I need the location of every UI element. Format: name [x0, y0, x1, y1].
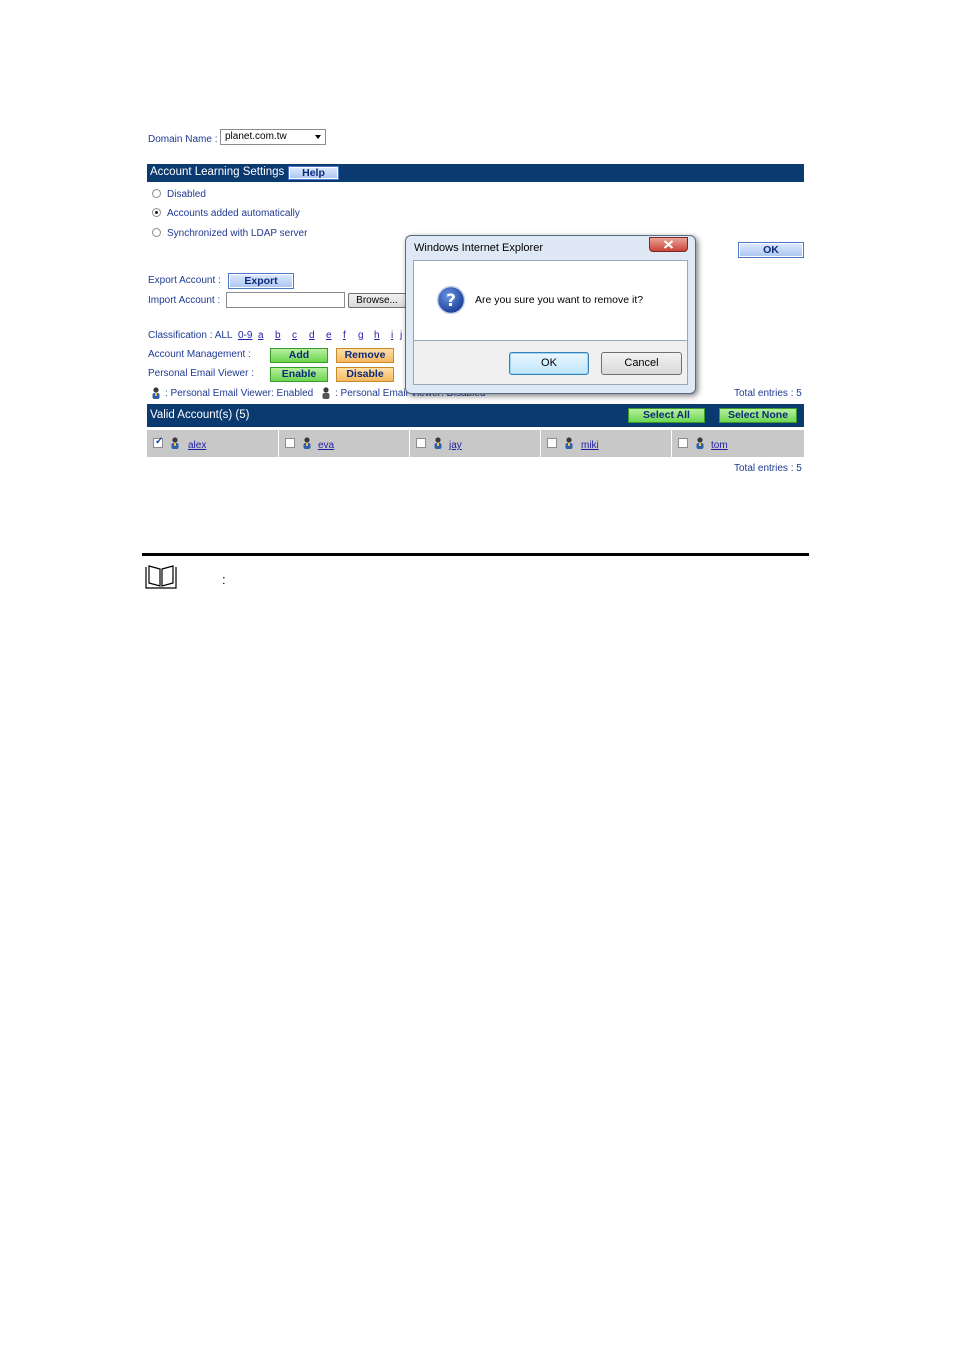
select-all-button[interactable]: Select All — [628, 408, 705, 423]
user-icon — [565, 437, 573, 449]
book-icon — [145, 565, 177, 589]
filter-f[interactable]: f — [343, 330, 346, 341]
filter-c[interactable]: c — [292, 330, 297, 341]
domain-label: Domain Name : — [148, 134, 218, 145]
add-button[interactable]: Add — [270, 348, 328, 363]
import-label: Import Account : — [148, 295, 221, 306]
dialog-cancel-button[interactable]: Cancel — [601, 352, 682, 375]
classification-all: ALL — [214, 330, 233, 341]
user-icon — [171, 437, 179, 449]
check-icon: ✓ — [155, 436, 164, 447]
radio-ldap-label: Synchronized with LDAP server — [167, 228, 308, 239]
filter-d[interactable]: d — [309, 330, 315, 341]
account-link[interactable]: miki — [581, 440, 599, 451]
account-cell-eva: eva — [279, 430, 410, 457]
user-icon — [696, 437, 704, 449]
valid-accounts-bar: Valid Account(s) (5) Select All Select N… — [147, 404, 804, 427]
dialog-close-button[interactable] — [649, 237, 688, 252]
browse-button[interactable]: Browse... — [348, 293, 406, 308]
domain-select[interactable]: planet.com.tw — [220, 129, 326, 145]
account-link[interactable]: alex — [188, 440, 206, 451]
filter-i[interactable]: i — [391, 330, 393, 341]
dialog-content: ? Are you sure you want to remove it? — [413, 260, 688, 341]
export-button[interactable]: Export — [228, 273, 294, 289]
filter-g[interactable]: g — [358, 330, 364, 341]
filter-a[interactable]: a — [258, 330, 264, 341]
domain-select-value: planet.com.tw — [225, 131, 287, 142]
import-file-input[interactable] — [226, 292, 345, 308]
remove-button[interactable]: Remove — [336, 348, 394, 363]
account-cell-miki: miki — [541, 430, 672, 457]
export-label: Export Account : — [148, 275, 221, 286]
radio-auto-label: Accounts added automatically — [167, 208, 300, 219]
accounts-row: ✓ alex eva jay miki tom — [147, 430, 804, 457]
filter-b[interactable]: b — [275, 330, 281, 341]
account-checkbox[interactable] — [416, 438, 426, 448]
radio-ldap[interactable] — [152, 228, 161, 237]
radio-disabled-label: Disabled — [167, 189, 206, 200]
account-checkbox[interactable] — [285, 438, 295, 448]
filter-j[interactable]: j — [400, 330, 402, 341]
personal-email-viewer-label: Personal Email Viewer : — [148, 368, 254, 379]
chevron-down-icon — [315, 135, 321, 139]
account-link[interactable]: tom — [711, 440, 728, 451]
disable-button[interactable]: Disable — [336, 367, 394, 382]
note-colon: : — [222, 572, 226, 587]
close-icon — [663, 240, 674, 249]
account-cell-jay: jay — [410, 430, 541, 457]
account-link[interactable]: jay — [449, 440, 462, 451]
account-cell-alex: ✓ alex — [147, 430, 279, 457]
account-checkbox[interactable]: ✓ — [153, 436, 164, 448]
dialog-footer: OK Cancel — [413, 341, 688, 385]
account-checkbox[interactable] — [547, 438, 557, 448]
select-none-button[interactable]: Select None — [719, 408, 797, 423]
help-button[interactable]: Help — [288, 166, 339, 180]
total-entries-bottom: Total entries : 5 — [734, 463, 802, 474]
account-learning-bar: Account Learning Settings Help — [147, 164, 804, 182]
enable-button[interactable]: Enable — [270, 367, 328, 382]
account-management-label: Account Management : — [148, 349, 251, 360]
account-link[interactable]: eva — [318, 440, 334, 451]
radio-disabled[interactable] — [152, 189, 161, 198]
classification-label: Classification : ALL — [148, 330, 233, 341]
user-icon — [303, 437, 311, 449]
confirm-dialog: Windows Internet Explorer ? Are you sure… — [405, 235, 696, 394]
filter-0-9[interactable]: 0-9 — [238, 330, 252, 341]
user-icon — [434, 437, 442, 449]
viewer-disabled-icon — [322, 387, 330, 399]
dialog-title: Windows Internet Explorer — [414, 242, 543, 254]
dialog-ok-button[interactable]: OK — [509, 352, 589, 375]
account-cell-tom: tom — [672, 430, 804, 457]
filter-h[interactable]: h — [374, 330, 380, 341]
question-icon: ? — [436, 285, 466, 315]
filter-e[interactable]: e — [326, 330, 332, 341]
viewer-enabled-icon — [152, 387, 160, 399]
dialog-message: Are you sure you want to remove it? — [475, 294, 644, 306]
valid-accounts-title: Valid Account(s) (5) — [150, 409, 250, 421]
learning-ok-button[interactable]: OK — [738, 242, 804, 258]
account-learning-title: Account Learning Settings — [150, 166, 285, 178]
account-checkbox[interactable] — [678, 438, 688, 448]
classification-title: Classification : — [148, 330, 213, 341]
note-divider — [142, 553, 809, 556]
legend-enabled-text: : Personal Email Viewer: Enabled — [165, 388, 314, 399]
svg-text:?: ? — [446, 291, 456, 311]
total-entries-top: Total entries : 5 — [734, 388, 802, 399]
radio-accounts-added-automatically[interactable] — [152, 208, 161, 217]
